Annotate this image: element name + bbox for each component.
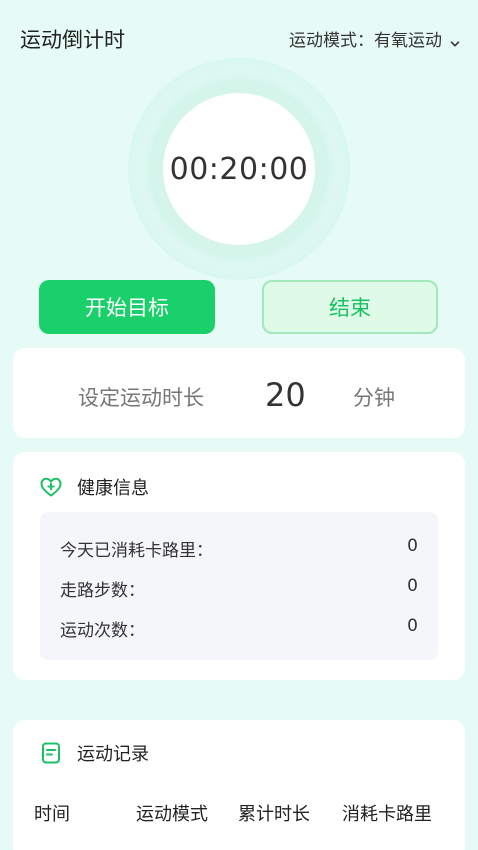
column-header-time: 时间: [34, 804, 70, 825]
column-header-duration: 累计时长: [238, 804, 310, 825]
duration-value[interactable]: 20: [265, 376, 306, 414]
mode-value: 有氧运动: [374, 31, 442, 51]
timer-face: 00:20:00: [163, 93, 315, 245]
column-header-mode: 运动模式: [136, 804, 208, 825]
heart-plus-icon: [39, 475, 63, 499]
countdown-timer: 00:20:00: [128, 58, 350, 280]
health-row-steps: 走路步数： 0: [60, 576, 418, 602]
document-icon: [39, 741, 63, 765]
mode-selector[interactable]: 运动模式： 有氧运动: [289, 26, 460, 51]
records-section-header: 运动记录: [39, 740, 149, 766]
health-row-label: 走路步数：: [60, 581, 145, 601]
records-card: 运动记录 时间 运动模式 累计时长 消耗卡路里: [13, 720, 465, 850]
records-table-header: 时间 运动模式 累计时长 消耗卡路里: [13, 800, 465, 830]
health-stats-panel: 今天已消耗卡路里： 0 走路步数： 0 运动次数： 0: [40, 512, 438, 660]
health-row-label: 今天已消耗卡路里：: [60, 541, 213, 561]
health-row-sessions: 运动次数： 0: [60, 616, 418, 642]
health-row-calories: 今天已消耗卡路里： 0: [60, 536, 418, 562]
records-section-title: 运动记录: [77, 744, 149, 765]
start-button[interactable]: 开始目标: [39, 280, 215, 334]
health-info-card: 健康信息 今天已消耗卡路里： 0 走路步数： 0 运动次数： 0: [13, 452, 465, 680]
health-row-label: 运动次数：: [60, 621, 145, 641]
health-section-title: 健康信息: [77, 478, 149, 499]
health-row-value: 0: [407, 536, 418, 556]
health-row-value: 0: [407, 616, 418, 636]
duration-label: 设定运动时长: [78, 386, 204, 410]
duration-card[interactable]: 设定运动时长 20 分钟: [13, 348, 465, 438]
health-row-value: 0: [407, 576, 418, 596]
end-button[interactable]: 结束: [262, 280, 438, 334]
chevron-down-icon: [450, 34, 460, 46]
column-header-calories: 消耗卡路里: [342, 804, 432, 825]
page-title: 运动倒计时: [20, 28, 125, 52]
health-section-header: 健康信息: [39, 474, 149, 500]
duration-unit: 分钟: [353, 386, 395, 410]
mode-label: 运动模式：: [289, 31, 374, 51]
timer-display: 00:20:00: [169, 151, 309, 187]
